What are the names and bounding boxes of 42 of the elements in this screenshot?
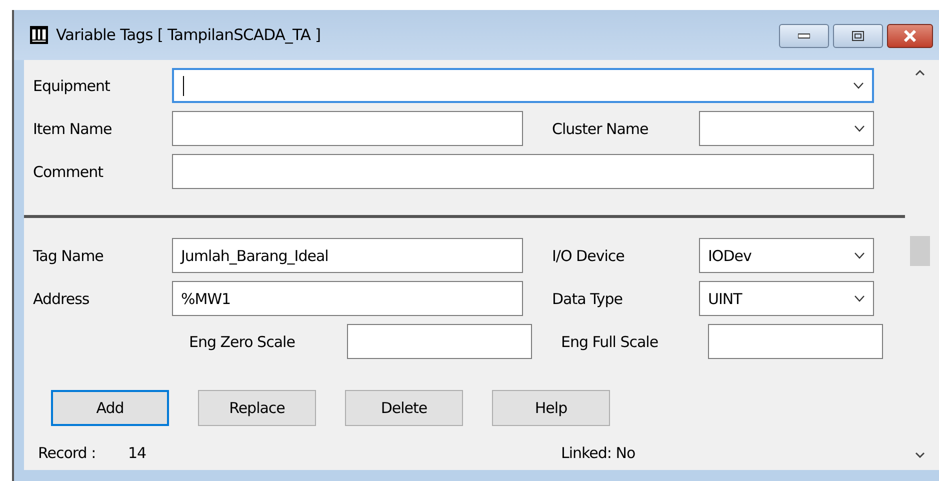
input-field[interactable]: %MW1 bbox=[172, 281, 523, 316]
dropdown-field[interactable]: UINT bbox=[699, 281, 874, 316]
record-count: 14 bbox=[128, 444, 148, 462]
field-label: Tag Name bbox=[32, 246, 104, 264]
field-label: Equipment bbox=[32, 76, 111, 94]
input-field[interactable] bbox=[172, 154, 874, 189]
window-title: Variable Tags [ TampilanSCADA_TA ] bbox=[56, 26, 322, 44]
dropdown-field[interactable] bbox=[699, 111, 874, 146]
field-label: Data Type bbox=[551, 290, 624, 308]
minimize-button[interactable] bbox=[779, 24, 829, 48]
dialog-button[interactable]: Delete bbox=[345, 390, 463, 426]
input-field[interactable]: Jumlah_Barang_Ideal bbox=[172, 238, 523, 273]
app-icon bbox=[30, 26, 48, 44]
field-label: Eng Full Scale bbox=[560, 332, 660, 350]
minimize-icon bbox=[798, 33, 810, 39]
dialog-button[interactable]: Replace bbox=[198, 390, 316, 426]
dropdown-field[interactable]: IODev bbox=[699, 238, 874, 273]
close-icon bbox=[903, 30, 917, 42]
record-label: Record : bbox=[38, 444, 97, 462]
close-button[interactable] bbox=[887, 24, 933, 48]
input-field[interactable] bbox=[172, 111, 523, 146]
field-label: Eng Zero Scale bbox=[188, 332, 296, 350]
chevron-down-icon bbox=[854, 125, 865, 132]
scroll-up-icon[interactable] bbox=[915, 70, 925, 76]
input-field[interactable] bbox=[708, 324, 883, 359]
field-label: Item Name bbox=[32, 120, 113, 138]
field-label: Comment bbox=[32, 162, 104, 180]
dropdown-field[interactable] bbox=[172, 68, 874, 103]
field-label: I/O Device bbox=[551, 246, 626, 264]
linked-status: Linked: No bbox=[561, 444, 636, 462]
dialog-button[interactable]: Add bbox=[51, 390, 169, 426]
maximize-button[interactable] bbox=[833, 24, 883, 48]
field-label: Cluster Name bbox=[551, 120, 650, 138]
chevron-down-icon bbox=[854, 252, 865, 259]
field-label: Address bbox=[32, 290, 90, 308]
scroll-down-icon[interactable] bbox=[915, 452, 925, 458]
chevron-down-icon bbox=[854, 295, 865, 302]
chevron-down-icon bbox=[853, 82, 864, 89]
dialog-button[interactable]: Help bbox=[492, 390, 610, 426]
input-field[interactable] bbox=[347, 324, 532, 359]
scroll-thumb[interactable] bbox=[910, 236, 930, 266]
restore-icon bbox=[852, 31, 864, 41]
